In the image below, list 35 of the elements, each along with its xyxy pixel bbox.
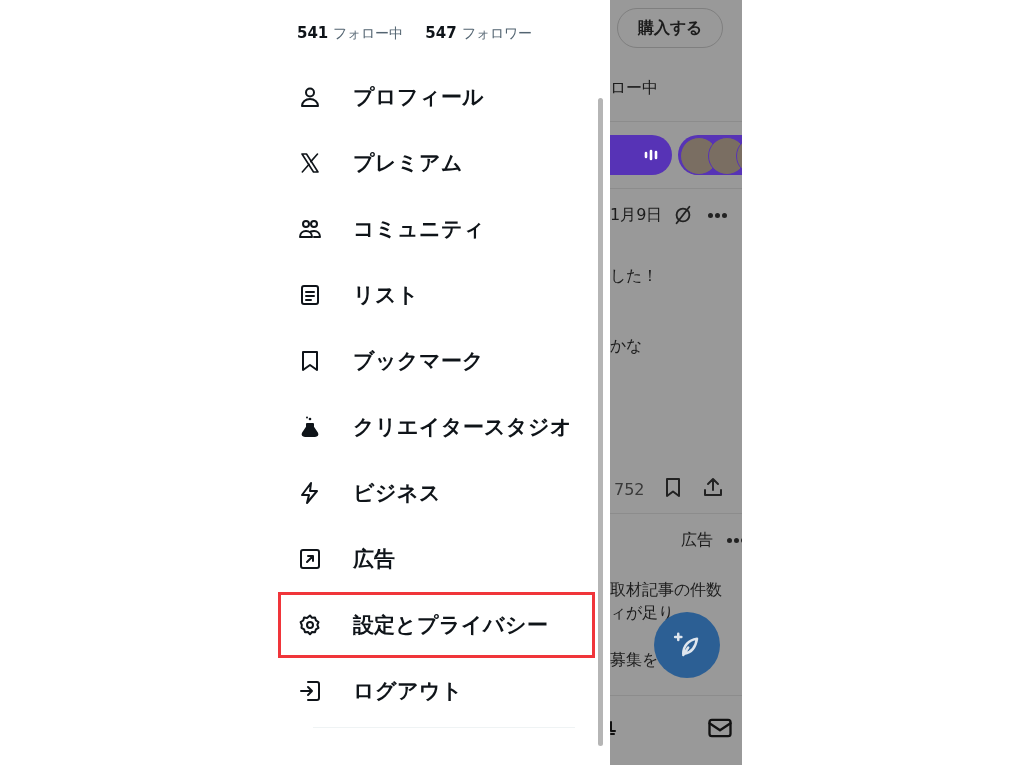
menu-item[interactable]: ブックマーク bbox=[278, 328, 595, 394]
list-document-icon bbox=[298, 283, 322, 307]
menu-item[interactable]: 設定とプライバシー bbox=[278, 592, 595, 658]
ad-text: ィが足り bbox=[610, 602, 675, 624]
logout-icon bbox=[298, 679, 322, 703]
following-text: ロー中 bbox=[610, 78, 658, 99]
post-date: 1月9日 bbox=[610, 204, 663, 226]
menu-item[interactable]: リスト bbox=[278, 262, 595, 328]
menu-item[interactable]: コミュニティ bbox=[278, 196, 595, 262]
view-count: 752 bbox=[614, 480, 645, 499]
stat-count[interactable]: 547 bbox=[425, 23, 457, 42]
ad-text: 取材記事の件数 bbox=[610, 579, 723, 601]
menu-item[interactable]: クリエイタースタジオ bbox=[278, 394, 595, 460]
settings-icon bbox=[298, 613, 322, 637]
more-icon bbox=[708, 212, 728, 218]
more-icon bbox=[727, 537, 742, 543]
post-text: した！ bbox=[610, 265, 658, 287]
menu-item[interactable]: プレミアム bbox=[278, 130, 595, 196]
arrow-box-icon bbox=[298, 547, 322, 571]
ad-label: 広告 bbox=[681, 529, 713, 551]
stat-count[interactable]: 541 bbox=[297, 23, 329, 42]
stat-label[interactable]: フォロー中 bbox=[333, 24, 404, 43]
menu-item[interactable]: プロフィール bbox=[278, 64, 595, 130]
buy-button[interactable]: 購入する bbox=[617, 8, 723, 48]
ad-text: 募集を bbox=[610, 649, 659, 671]
scrollbar[interactable] bbox=[598, 98, 603, 746]
live-space-bar[interactable] bbox=[610, 135, 672, 175]
person-icon bbox=[298, 85, 322, 109]
people-icon bbox=[298, 217, 322, 241]
menu-item[interactable]: ビジネス bbox=[278, 460, 595, 526]
menu-item[interactable]: ログアウト bbox=[278, 658, 595, 724]
x-logo-icon bbox=[298, 151, 322, 175]
post-text: かな bbox=[610, 335, 642, 357]
menu-item[interactable]: 広告 bbox=[278, 526, 595, 592]
stat-label[interactable]: フォロワー bbox=[461, 24, 532, 43]
